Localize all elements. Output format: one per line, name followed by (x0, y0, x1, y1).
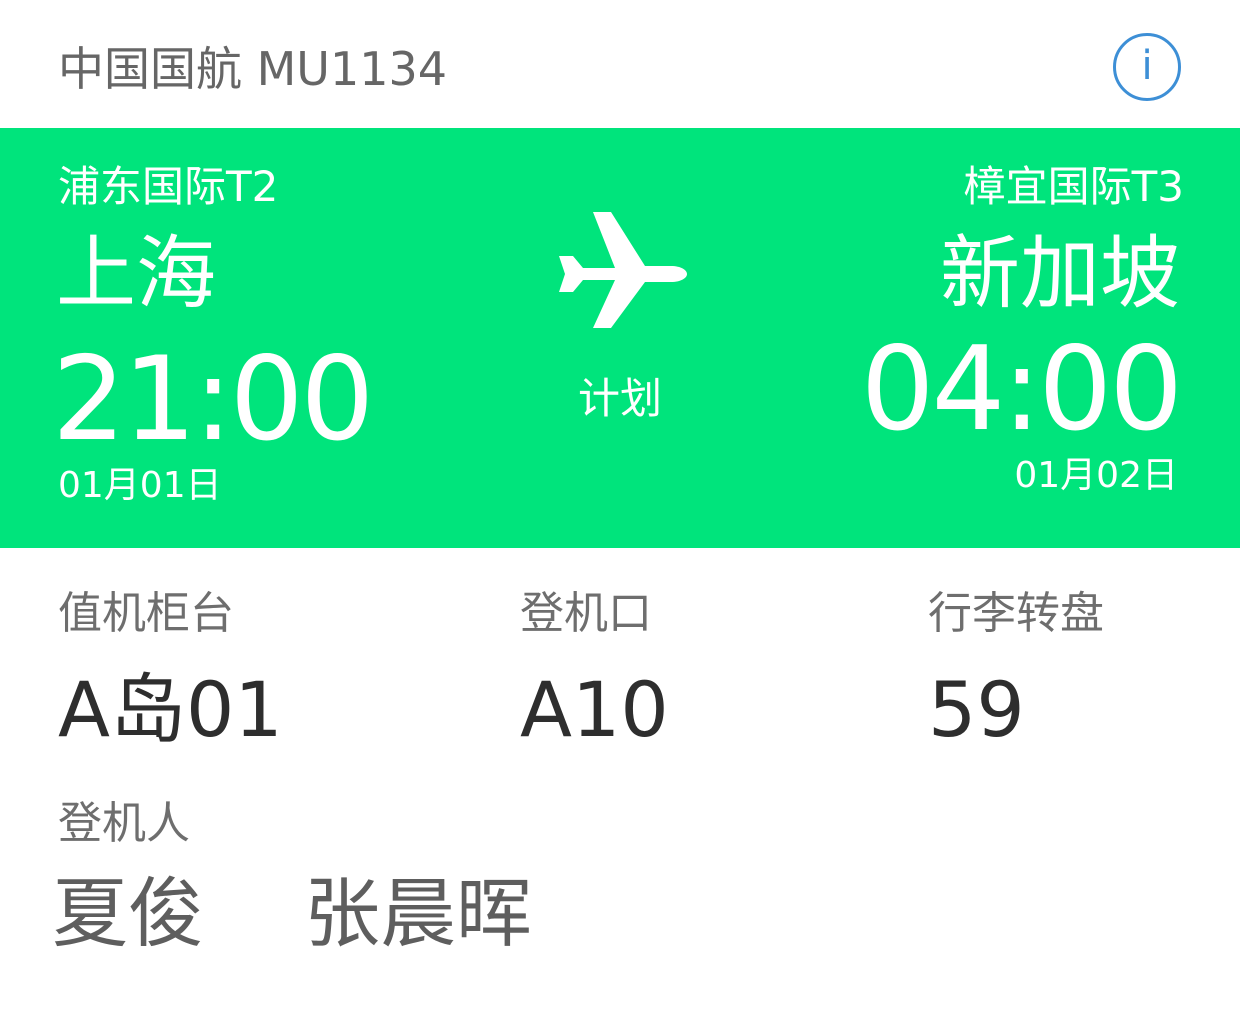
flight-banner: 浦东国际T2 樟宜国际T3 上海 新加坡 21:00 04:00 计划 01月0… (0, 128, 1240, 548)
checkin-counter-value: A岛01 (58, 665, 283, 754)
passenger-list: 夏俊 张晨晖 (52, 868, 608, 960)
arrival-time: 04:00 (860, 322, 1183, 457)
departure-time: 21:00 (52, 332, 374, 467)
flight-title: 中国国航 MU1134 (58, 42, 448, 96)
baggage-carousel-value: 59 (928, 665, 1025, 754)
arrival-date: 01月02日 (1014, 455, 1178, 496)
departure-city: 上海 (56, 227, 216, 320)
gate-label: 登机口 (520, 588, 652, 639)
info-icon[interactable]: i (1113, 33, 1181, 101)
arrival-terminal: 樟宜国际T3 (963, 162, 1184, 211)
flight-details: 值机柜台 登机口 行李转盘 A岛01 A10 59 登机人 夏俊 张晨晖 (0, 548, 1240, 1032)
app-header: 中国国航 MU1134 i (0, 0, 1240, 128)
checkin-counter-label: 值机柜台 (58, 588, 234, 639)
departure-terminal: 浦东国际T2 (58, 162, 279, 211)
passenger-name: 夏俊 (52, 869, 204, 958)
arrival-city: 新加坡 (940, 227, 1180, 320)
flight-status: 计划 (577, 374, 662, 423)
baggage-carousel-label: 行李转盘 (928, 588, 1104, 639)
departure-date: 01月01日 (58, 465, 222, 506)
gate-value: A10 (520, 665, 669, 754)
passengers-label: 登机人 (58, 798, 190, 849)
passenger-name: 张晨晖 (304, 869, 533, 958)
airplane-icon (559, 212, 687, 328)
